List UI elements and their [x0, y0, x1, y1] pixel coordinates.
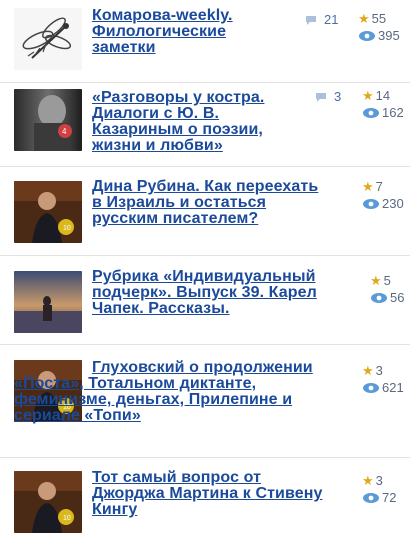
views-value: 395	[378, 28, 400, 43]
item-title-link[interactable]: Комарова-weekly. Филологические заметки	[92, 8, 282, 56]
rating-value: 55	[371, 11, 387, 26]
item-title-link[interactable]: Дина Рубина. Как переехать в Израиль и о…	[92, 179, 324, 227]
item-stats: ★ 14 162	[362, 87, 404, 121]
item-thumbnail[interactable]: 4	[14, 89, 82, 151]
views-value: 72	[382, 490, 397, 505]
eye-icon	[371, 292, 387, 303]
photo-dark-image-icon: 4	[14, 89, 82, 151]
eye-icon	[363, 492, 379, 503]
item-title-link[interactable]: Рубрика «Индивидуальный подчерк». Выпуск…	[92, 269, 332, 317]
item-stats: ★ 5 56	[370, 272, 404, 306]
comment-icon	[316, 92, 326, 102]
item-stats: ★ 7 230	[362, 178, 404, 212]
svg-text:10: 10	[63, 515, 71, 522]
eye-icon	[359, 30, 375, 41]
rating-value: 5	[383, 273, 391, 288]
star-icon: ★	[362, 363, 374, 378]
rating-value: 3	[375, 473, 383, 488]
speaker-photo-icon: 10	[14, 471, 82, 533]
list-item: 10 Дина Рубина. Как переехать в Израиль …	[0, 167, 410, 256]
svg-text:4: 4	[62, 127, 67, 136]
item-thumbnail[interactable]: 10	[14, 181, 82, 243]
comments-count[interactable]: 21	[304, 12, 338, 27]
item-thumbnail[interactable]: 10	[14, 471, 82, 533]
item-title-link[interactable]: «Разговоры у костра. Диалоги с Ю. В. Каз…	[92, 90, 298, 154]
rating-value: 7	[375, 179, 383, 194]
item-thumbnail[interactable]	[14, 271, 82, 333]
list-item: 10 Тот самый вопрос от Джорджа Мартина к…	[0, 458, 410, 534]
views-value: 230	[382, 196, 404, 211]
sea-photo-icon	[14, 271, 82, 333]
item-stats: ★ 3 621	[362, 362, 404, 396]
views-value: 56	[390, 290, 405, 305]
eye-icon	[363, 382, 379, 393]
star-icon: ★	[358, 11, 370, 26]
comment-icon	[306, 15, 316, 25]
item-thumbnail[interactable]	[14, 8, 82, 70]
rating-value: 3	[375, 363, 383, 378]
list-item: 10 Глуховский о продолжении «Поста», Тот…	[0, 345, 410, 458]
svg-text:10: 10	[63, 225, 71, 232]
item-title-link[interactable]: Глуховский о продолжении «Поста», Тоталь…	[14, 360, 326, 424]
speaker-photo-icon: 10	[14, 181, 82, 243]
star-icon: ★	[362, 473, 374, 488]
dragonfly-image-icon	[14, 8, 82, 70]
item-title-link[interactable]: Тот самый вопрос от Джорджа Мартина к Ст…	[92, 470, 330, 518]
list-item: 4 «Разговоры у костра. Диалоги с Ю. В. К…	[0, 83, 410, 167]
views-value: 162	[382, 105, 404, 120]
item-stats: ★ 55 395	[358, 10, 400, 44]
rating-value: 14	[375, 88, 391, 103]
star-icon: ★	[362, 179, 374, 194]
views-value: 621	[382, 380, 404, 395]
star-icon: ★	[370, 273, 382, 288]
list-item: Комарова-weekly. Филологические заметки …	[0, 0, 410, 83]
eye-icon	[363, 198, 379, 209]
item-stats: ★ 3 72	[362, 472, 396, 506]
comments-count[interactable]: 3	[314, 89, 341, 104]
list-item: Рубрика «Индивидуальный подчерк». Выпуск…	[0, 256, 410, 345]
eye-icon	[363, 107, 379, 118]
star-icon: ★	[362, 88, 374, 103]
